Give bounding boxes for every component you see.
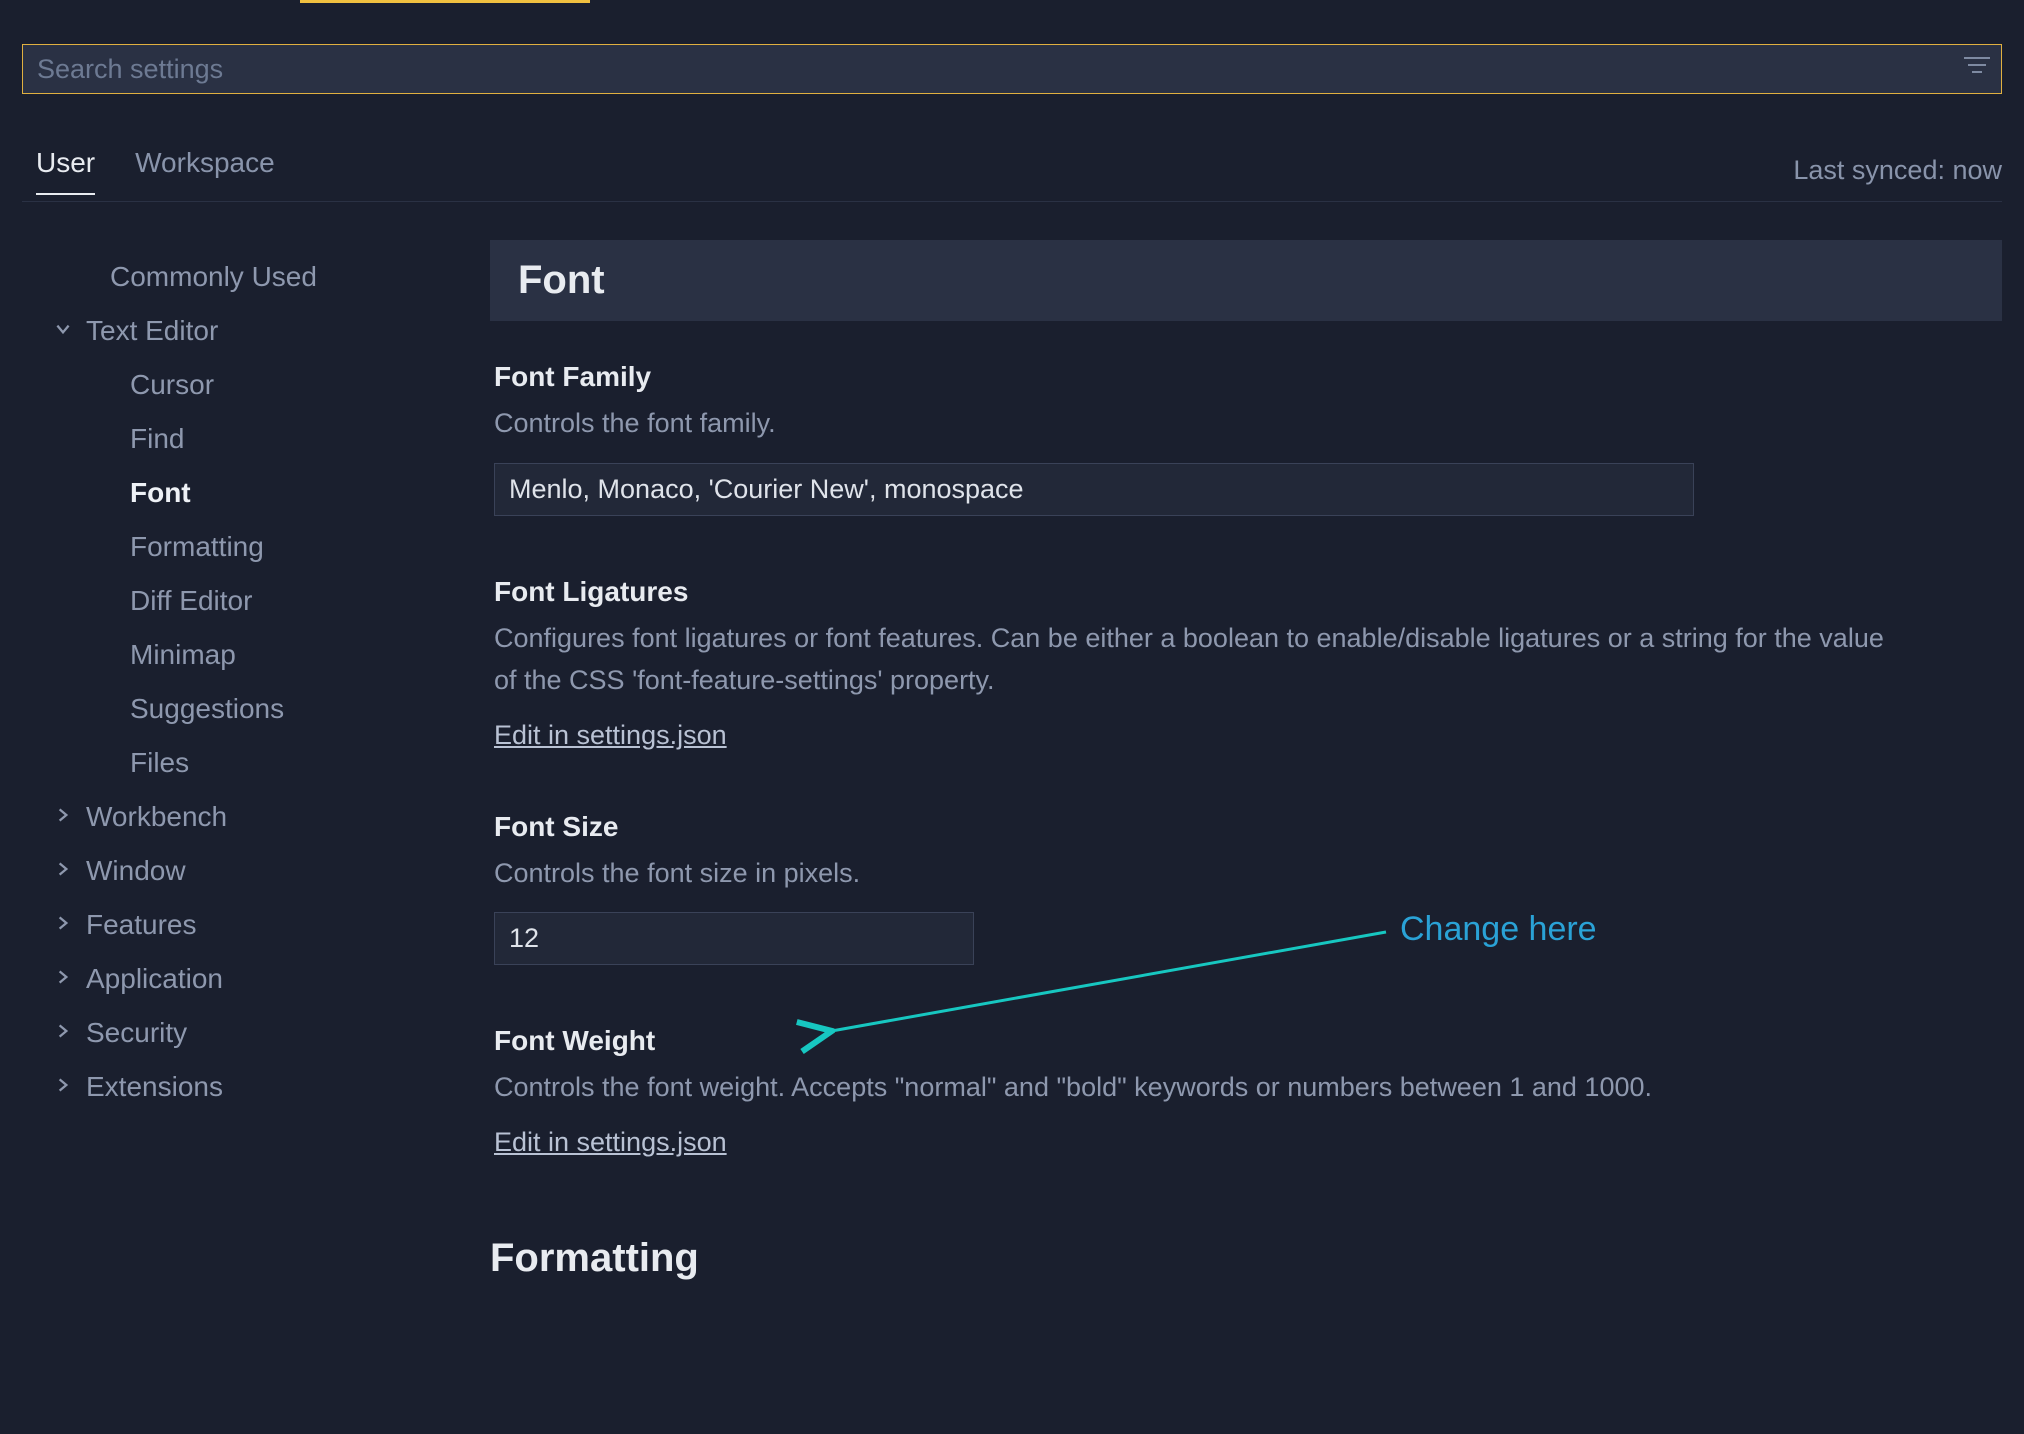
- setting-title: Font Weight: [494, 1025, 2002, 1057]
- setting-font-weight: Font Weight Controls the font weight. Ac…: [490, 1025, 2002, 1158]
- tabs: User Workspace: [22, 147, 275, 195]
- section-header-formatting: Formatting: [490, 1218, 2002, 1281]
- tab-workspace[interactable]: Workspace: [135, 147, 275, 195]
- setting-title: Font Ligatures: [494, 576, 2002, 608]
- sidebar-item-commonly-used[interactable]: Commonly Used: [54, 250, 414, 304]
- tab-user[interactable]: User: [36, 147, 95, 195]
- setting-desc: Configures font ligatures or font featur…: [494, 618, 1894, 702]
- sidebar-item-find[interactable]: Find: [54, 412, 414, 466]
- setting-font-ligatures: Font Ligatures Configures font ligatures…: [490, 576, 2002, 751]
- sidebar-item-features[interactable]: Features: [54, 898, 414, 952]
- sidebar-item-files[interactable]: Files: [54, 736, 414, 790]
- sync-status: Last synced: now: [1793, 155, 2002, 186]
- sidebar-item-extensions[interactable]: Extensions: [54, 1060, 414, 1114]
- section-header-font: Font: [490, 240, 2002, 321]
- chevron-right-icon: [54, 966, 74, 992]
- chevron-down-icon: [54, 318, 74, 344]
- sidebar-item-label: Workbench: [86, 801, 227, 833]
- sidebar-item-workbench[interactable]: Workbench: [54, 790, 414, 844]
- setting-desc: Controls the font weight. Accepts "norma…: [494, 1067, 1894, 1109]
- chevron-right-icon: [54, 1020, 74, 1046]
- accent-bar: [300, 0, 590, 3]
- setting-font-size: Font Size Controls the font size in pixe…: [490, 811, 2002, 966]
- font-size-input[interactable]: [494, 912, 974, 965]
- chevron-right-icon: [54, 804, 74, 830]
- sidebar-item-font[interactable]: Font: [54, 466, 414, 520]
- sidebar-item-application[interactable]: Application: [54, 952, 414, 1006]
- search-container: [22, 44, 2002, 94]
- sidebar-item-label: Security: [86, 1017, 187, 1049]
- chevron-right-icon: [54, 858, 74, 884]
- chevron-right-icon: [54, 1074, 74, 1100]
- sidebar-item-cursor[interactable]: Cursor: [54, 358, 414, 412]
- setting-desc: Controls the font family.: [494, 403, 1894, 445]
- sidebar: Commonly Used Text Editor Cursor Find Fo…: [54, 250, 414, 1114]
- chevron-right-icon: [54, 912, 74, 938]
- sidebar-item-label: Text Editor: [86, 315, 218, 347]
- sidebar-item-formatting[interactable]: Formatting: [54, 520, 414, 574]
- sidebar-item-minimap[interactable]: Minimap: [54, 628, 414, 682]
- sidebar-item-label: Application: [86, 963, 223, 995]
- edit-in-settings-json-link[interactable]: Edit in settings.json: [494, 720, 727, 751]
- sidebar-item-suggestions[interactable]: Suggestions: [54, 682, 414, 736]
- filter-icon[interactable]: [1964, 54, 1990, 82]
- setting-font-family: Font Family Controls the font family.: [490, 361, 2002, 516]
- tabs-row: User Workspace Last synced: now: [22, 140, 2002, 202]
- edit-in-settings-json-link[interactable]: Edit in settings.json: [494, 1127, 727, 1158]
- setting-title: Font Family: [494, 361, 2002, 393]
- sidebar-item-diff-editor[interactable]: Diff Editor: [54, 574, 414, 628]
- setting-title: Font Size: [494, 811, 2002, 843]
- sidebar-item-security[interactable]: Security: [54, 1006, 414, 1060]
- sidebar-item-label: Features: [86, 909, 197, 941]
- sidebar-item-text-editor[interactable]: Text Editor: [54, 304, 414, 358]
- sidebar-item-label: Extensions: [86, 1071, 223, 1103]
- main-panel: Font Font Family Controls the font famil…: [490, 240, 2002, 1434]
- sidebar-item-label: Window: [86, 855, 186, 887]
- setting-desc: Controls the font size in pixels.: [494, 853, 1894, 895]
- search-input[interactable]: [22, 44, 2002, 94]
- font-family-input[interactable]: [494, 463, 1694, 516]
- annotation-label: Change here: [1400, 910, 1597, 949]
- sidebar-item-window[interactable]: Window: [54, 844, 414, 898]
